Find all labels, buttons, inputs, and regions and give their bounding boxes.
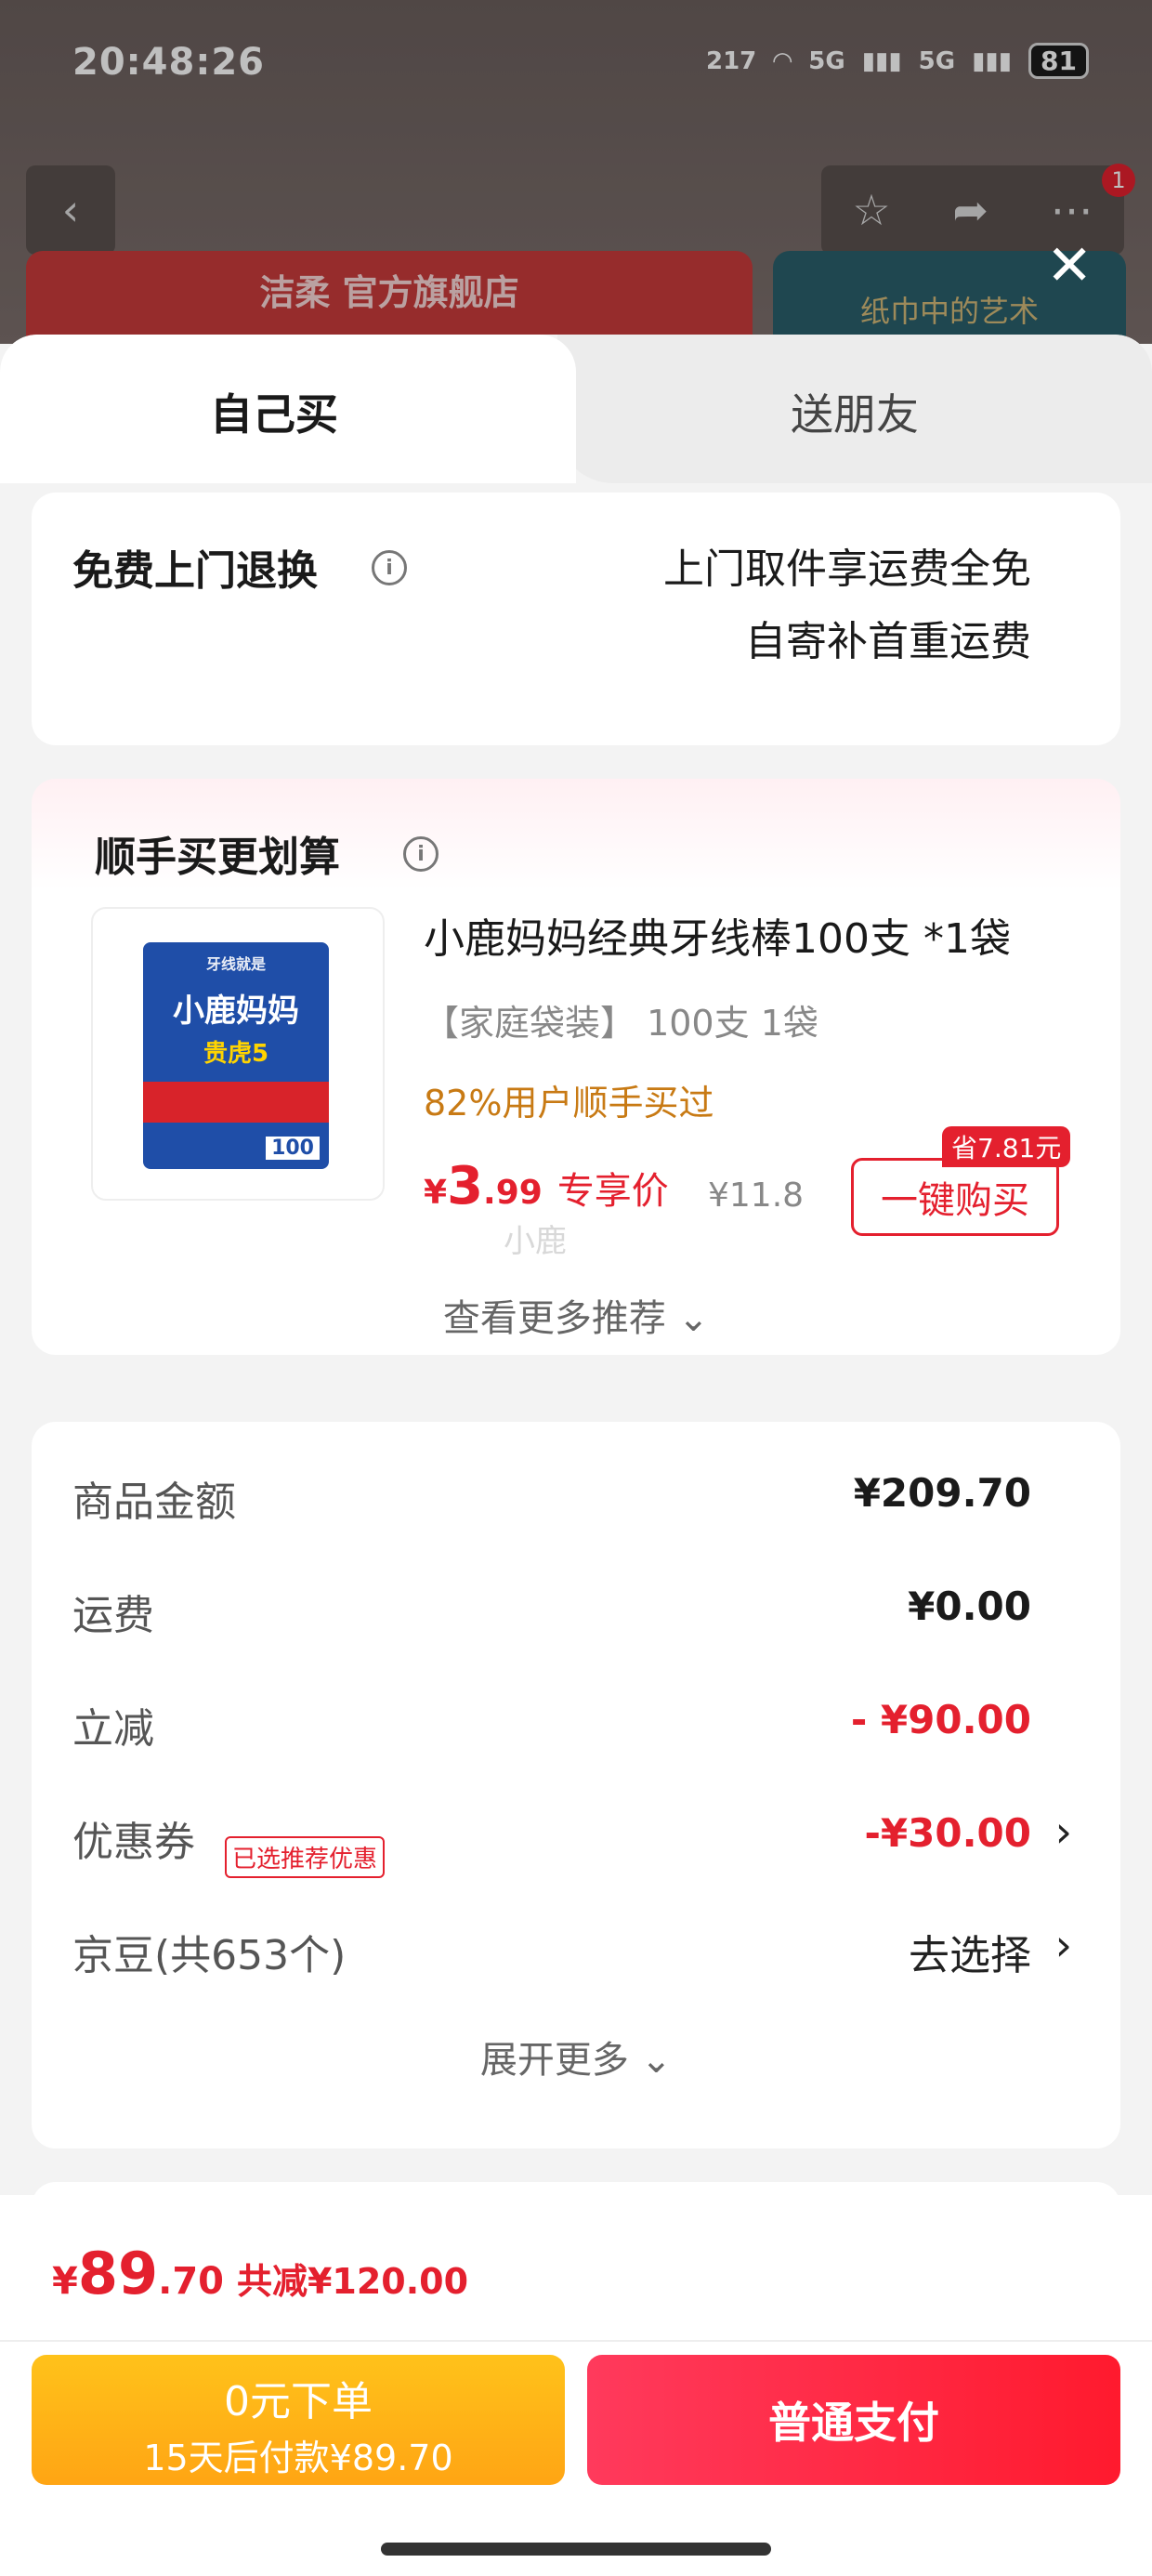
- watermark: 小鹿: [504, 1223, 567, 1260]
- pay-later-button[interactable]: 0元下单 15天后付款¥89.70: [32, 2355, 565, 2485]
- bottom-bar: ¥89.70 共减¥120.00 0元下单 15天后付款¥89.70 普通支付: [0, 2195, 1152, 2576]
- chevron-right-icon[interactable]: ›: [1055, 1920, 1072, 1970]
- expand-more-button[interactable]: 展开更多 ⌄: [32, 2030, 1120, 2083]
- shipping-value: ¥0.00: [908, 1584, 1031, 1629]
- return-title: 免费上门退换: [72, 547, 318, 595]
- info-icon[interactable]: i: [372, 550, 407, 585]
- beans-label: 京豆(共653个): [72, 1932, 347, 1979]
- info-icon[interactable]: i: [403, 836, 439, 872]
- discount-value: - ¥90.00: [850, 1697, 1031, 1742]
- tab-gift[interactable]: 送朋友: [557, 335, 1152, 483]
- total-saved: 共减¥120.00: [236, 2261, 469, 2302]
- coupon-value[interactable]: -¥30.00: [864, 1810, 1031, 1856]
- product-image[interactable]: 牙线就是 小鹿妈妈 贵虎5 100: [91, 907, 385, 1201]
- chevron-down-icon: ⌄: [628, 2039, 673, 2082]
- home-indicator: [381, 2543, 771, 2556]
- background-page: 20:48:26 217 ◠ 5G ▮▮▮ 5G ▮▮▮ 81 ‹ ☆ ➦ ⋯ …: [0, 0, 1152, 362]
- return-card: 免费上门退换 i 上门取件享运费全免 自寄补首重运费: [32, 493, 1120, 745]
- return-desc-2: 自寄补首重运费: [745, 618, 1031, 665]
- original-price: ¥11.8: [708, 1176, 805, 1215]
- pay-now-button[interactable]: 普通支付: [587, 2355, 1120, 2485]
- divider: [0, 2340, 1152, 2342]
- return-desc-1: 上门取件享运费全免: [663, 545, 1031, 593]
- product-name[interactable]: 小鹿妈妈经典牙线棒100支 *1袋: [424, 905, 1011, 965]
- one-click-buy-button[interactable]: 一键购买: [851, 1158, 1059, 1236]
- discount-label: 立减: [72, 1705, 154, 1753]
- tab-self[interactable]: 自己买: [0, 335, 576, 483]
- summary-card: 商品金额 ¥209.70 运费 ¥0.00 立减 - ¥90.00 优惠券 已选…: [32, 1422, 1120, 2149]
- product-stat: 82%用户顺手买过: [424, 1083, 714, 1124]
- close-icon[interactable]: ✕: [1046, 238, 1102, 296]
- goods-label: 商品金额: [72, 1479, 236, 1526]
- dim-overlay: [0, 0, 1152, 344]
- addon-title: 顺手买更划算: [95, 834, 340, 881]
- product-spec: 【家庭袋装】 100支 1袋: [424, 1003, 818, 1044]
- beans-action[interactable]: 去选择: [909, 1922, 1031, 1981]
- chevron-right-icon[interactable]: ›: [1055, 1807, 1072, 1857]
- product-price: ¥3.99 专享价: [424, 1156, 669, 1216]
- goods-value: ¥209.70: [853, 1470, 1031, 1516]
- shipping-label: 运费: [72, 1592, 154, 1639]
- coupon-tag: 已选推荐优惠: [225, 1836, 386, 1878]
- chevron-down-icon: ⌄: [665, 1297, 710, 1340]
- coupon-label: 优惠券: [72, 1819, 195, 1866]
- product-package: 牙线就是 小鹿妈妈 贵虎5 100: [143, 942, 329, 1169]
- total-price: ¥89.70 共减¥120.00: [52, 2240, 469, 2307]
- save-tag: 省7.81元: [942, 1126, 1071, 1167]
- more-recommend-button[interactable]: 查看更多推荐 ⌄: [32, 1288, 1120, 1342]
- addon-card: 顺手买更划算 i 牙线就是 小鹿妈妈 贵虎5 100 小鹿妈妈经典牙线棒100支…: [32, 779, 1120, 1355]
